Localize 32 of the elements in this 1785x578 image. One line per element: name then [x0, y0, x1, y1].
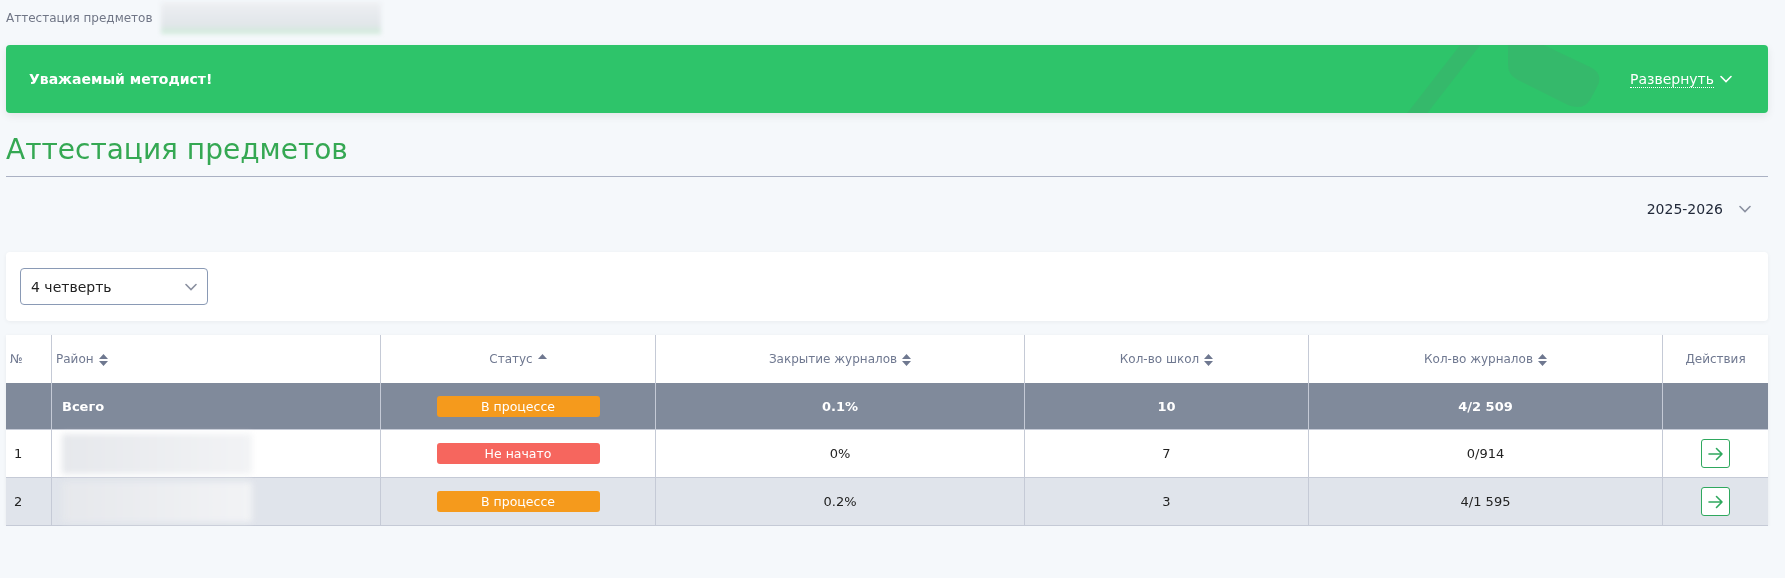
status-badge: Не начато: [436, 443, 600, 464]
banner-greeting: Уважаемый методист!: [29, 71, 213, 87]
breadcrumb-link[interactable]: Аттестация предметов: [6, 11, 153, 25]
page-title: Аттестация предметов: [6, 133, 1768, 177]
table-cell: 0%: [829, 446, 851, 461]
status-badge: В процессе: [436, 395, 600, 417]
table-cell: 7: [1162, 446, 1171, 461]
table-cell: 10: [1157, 398, 1176, 414]
table-cell: 4/2 509: [1458, 398, 1513, 414]
sort-icon: [98, 353, 108, 366]
table-cell: 0.1%: [821, 398, 859, 414]
year-dropdown[interactable]: 2025-2026: [1646, 197, 1751, 221]
arrow-right-icon: [1707, 494, 1724, 509]
chevron-icon: [1739, 205, 1751, 213]
open-button[interactable]: [1701, 487, 1730, 516]
sort-icon: [1537, 353, 1547, 366]
sort-icon: [1204, 353, 1214, 366]
open-button[interactable]: [1701, 439, 1730, 468]
table-cell: 1: [14, 446, 23, 461]
table-cell: Всего: [62, 398, 105, 414]
period-dropdown[interactable]: 4 четверть: [20, 268, 208, 305]
table-cell: 3: [1162, 494, 1171, 509]
sort-icon: [902, 353, 912, 366]
status-badge: В процессе: [436, 491, 600, 512]
table-cell: 2: [14, 494, 23, 509]
table-cell: 0.2%: [823, 494, 857, 509]
chevron-icon: [1720, 75, 1732, 83]
table-cell: 4/1 595: [1460, 494, 1511, 509]
chevron-icon: [185, 282, 197, 291]
column-header: №: [6, 335, 52, 383]
table-cell: 0/914: [1466, 446, 1505, 461]
arrow-right-icon: [1707, 446, 1724, 461]
